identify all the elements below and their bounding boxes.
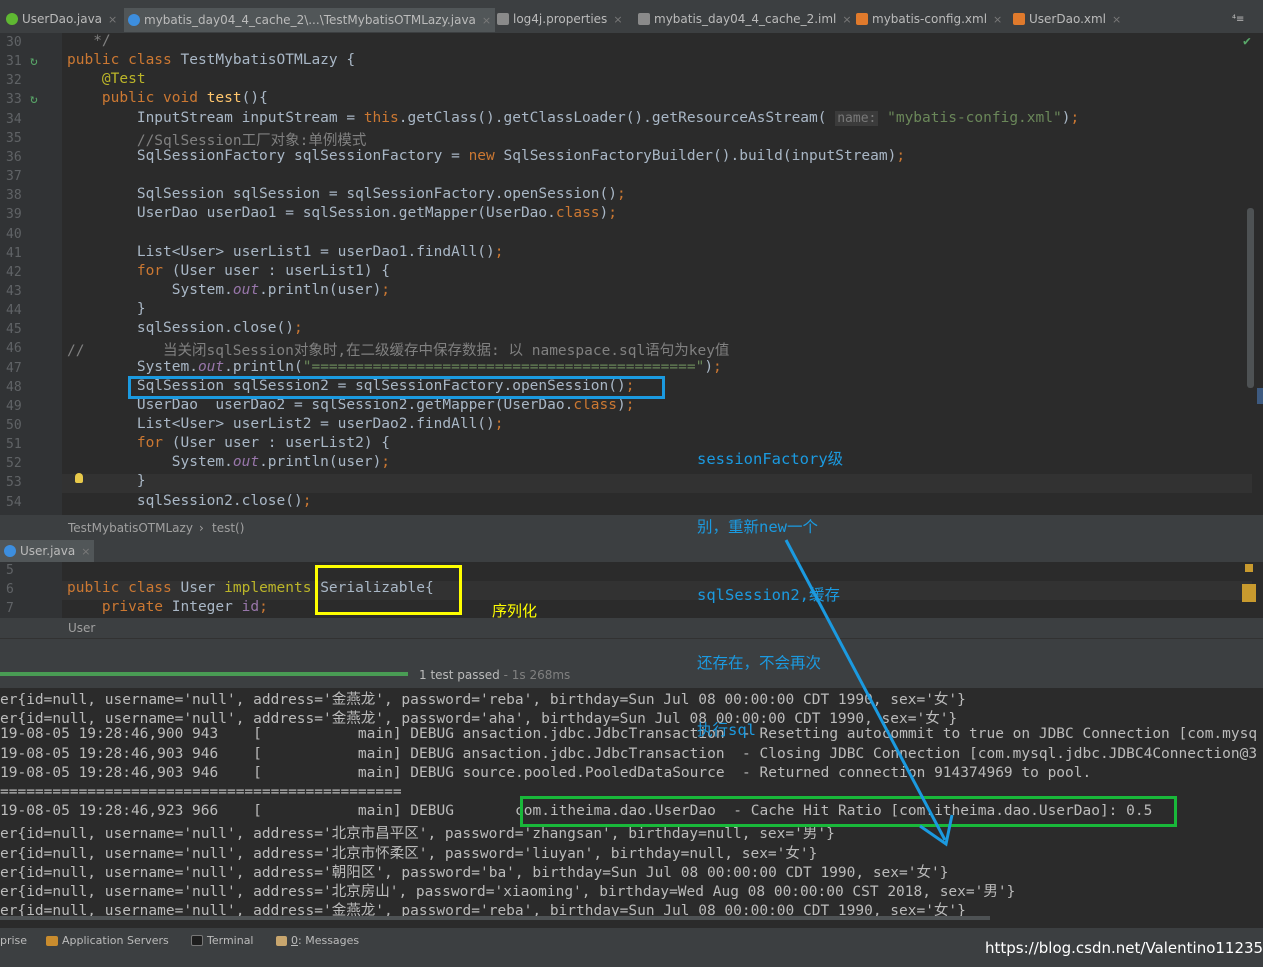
annotation-arrow-line [784,539,947,841]
annotation-arrow-head [919,814,954,847]
annotation-arrow-layer [784,539,954,847]
